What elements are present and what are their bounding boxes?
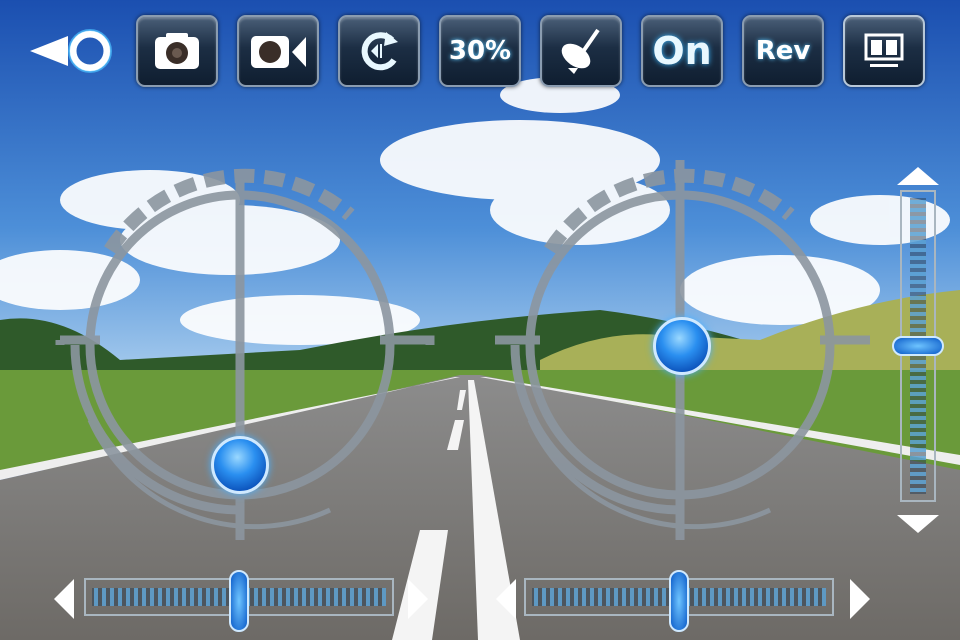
left-joystick-knob[interactable]	[211, 436, 269, 494]
power-label: On	[652, 29, 712, 73]
camera-background	[0, 0, 960, 640]
power-toggle-button[interactable]: On	[641, 15, 723, 87]
throttle-trim-up-arrow[interactable]	[895, 165, 941, 187]
speed-button[interactable]: 30%	[439, 15, 521, 87]
right-trim-right-arrow[interactable]	[848, 577, 872, 621]
right-trim-left-arrow[interactable]	[494, 577, 518, 621]
reverse-button[interactable]: Rev	[742, 15, 824, 87]
gyro-calibrate-button[interactable]	[540, 15, 622, 87]
video-button[interactable]	[237, 15, 319, 87]
left-trim-left-arrow[interactable]	[52, 577, 76, 621]
right-trim-slider[interactable]	[524, 570, 834, 632]
split-screen-icon	[864, 33, 904, 67]
throttle-trim-down-arrow[interactable]	[895, 513, 941, 535]
photo-button[interactable]	[136, 15, 218, 87]
split-view-button[interactable]	[843, 15, 925, 87]
throttle-trim-thumb[interactable]	[892, 336, 944, 356]
rotate-button[interactable]	[338, 15, 420, 87]
left-trim-thumb[interactable]	[229, 570, 249, 632]
throttle-trim-slider[interactable]	[892, 190, 944, 502]
left-trim-slider[interactable]	[84, 570, 394, 632]
reverse-label: Rev	[755, 36, 811, 66]
left-trim-right-arrow[interactable]	[406, 577, 430, 621]
right-joystick-knob[interactable]	[653, 317, 711, 375]
right-trim-thumb[interactable]	[669, 570, 689, 632]
rotate-icon	[361, 32, 398, 71]
gyro-icon	[561, 28, 600, 74]
back-eye-icon	[30, 29, 112, 73]
video-camera-icon	[251, 36, 306, 68]
back-button[interactable]	[28, 28, 116, 78]
camera-icon	[155, 33, 199, 69]
speed-label: 30%	[448, 36, 512, 66]
